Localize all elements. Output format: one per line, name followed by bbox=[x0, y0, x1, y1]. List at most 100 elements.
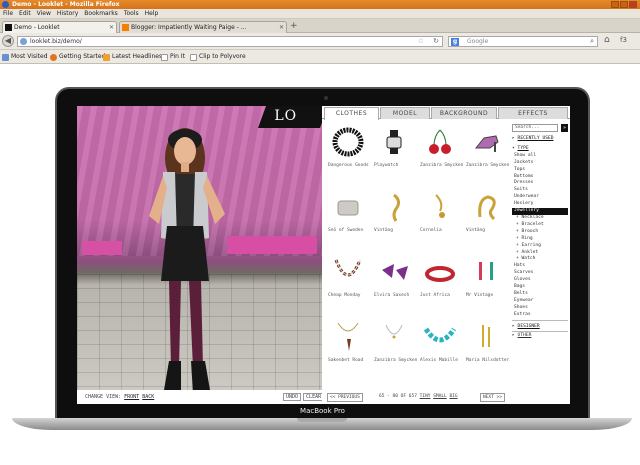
gold-brooch-icon bbox=[478, 195, 496, 221]
gold-earrings-icon bbox=[482, 325, 490, 347]
item-brand-label: Vintäng bbox=[374, 228, 393, 233]
bookmark-latest-headlines[interactable]: Latest Headlines bbox=[103, 52, 162, 62]
tab-clothes[interactable]: CLOTHES bbox=[324, 107, 379, 120]
menu-bar: File Edit View History Bookmarks Tools Help bbox=[0, 9, 640, 19]
tab-demo-looklet[interactable]: Demo - Looklet ✕ bbox=[2, 21, 117, 33]
menu-edit[interactable]: Edit bbox=[16, 9, 34, 19]
item-tile[interactable]: Dangerous Goods bbox=[326, 124, 370, 186]
category-jackets[interactable]: Jackets bbox=[512, 160, 568, 167]
category-show-all[interactable]: Show all bbox=[512, 153, 568, 160]
looklet-logo: LO bbox=[257, 106, 322, 128]
category-ring[interactable]: + Ring bbox=[512, 236, 568, 243]
size-tiny-link[interactable]: TINY bbox=[420, 394, 431, 399]
category-eyewear[interactable]: Eyewear bbox=[512, 298, 568, 305]
tab-background[interactable]: BACKGROUND bbox=[431, 107, 497, 119]
menu-history[interactable]: History bbox=[54, 9, 81, 19]
search-go-button[interactable]: » bbox=[561, 124, 568, 132]
menu-tools[interactable]: Tools bbox=[121, 9, 142, 19]
horn-necklace-icon bbox=[337, 322, 359, 351]
bookmark-most-visited[interactable]: Most Visited bbox=[2, 52, 48, 62]
url-bar[interactable]: looklet.biz/demo/ ☆ ↻ bbox=[17, 36, 443, 47]
bookmark-star-icon[interactable]: ☆ bbox=[418, 37, 424, 46]
category-bags[interactable]: Bags bbox=[512, 284, 568, 291]
category-list: Show all Jackets Tops Bottoms Dresses Suits Un… bbox=[512, 153, 568, 319]
view-front-link[interactable]: FRONT bbox=[124, 394, 139, 400]
site-identity-icon[interactable] bbox=[20, 38, 27, 45]
item-tile[interactable]: Zanzibra Smycken bbox=[464, 124, 509, 186]
item-tile[interactable]: Cornelia bbox=[418, 189, 462, 251]
clear-button[interactable]: CLEAR bbox=[303, 393, 322, 401]
maximize-button[interactable] bbox=[620, 1, 628, 8]
menu-file[interactable]: File bbox=[0, 9, 16, 19]
category-brooch[interactable]: + Brooch bbox=[512, 229, 568, 236]
designer-toggle[interactable]: ▸ DESIGNER bbox=[512, 324, 568, 331]
tab-model[interactable]: MODEL bbox=[380, 107, 430, 119]
type-toggle[interactable]: ▾ TYPE bbox=[512, 146, 568, 153]
search-bar[interactable]: g Google ⌕ bbox=[448, 36, 598, 47]
size-big-link[interactable]: BIG bbox=[449, 394, 457, 399]
tab-effects[interactable]: EFFECTS bbox=[498, 107, 568, 119]
url-text: looklet.biz/demo/ bbox=[30, 38, 82, 45]
search-icon[interactable]: ⌕ bbox=[590, 37, 594, 46]
extension-icon[interactable]: f3 bbox=[620, 36, 627, 44]
search-input[interactable]: Search... bbox=[512, 124, 558, 132]
item-tile[interactable]: Maria Nilsdotter bbox=[464, 319, 509, 381]
item-brand-label: Alexis Mabille bbox=[420, 358, 458, 363]
view-back-link[interactable]: BACK bbox=[142, 394, 154, 400]
previous-button[interactable]: << PREVIOUS bbox=[327, 393, 363, 402]
item-brand-label: Mr Vintage bbox=[466, 293, 494, 298]
menu-bookmarks[interactable]: Bookmarks bbox=[81, 9, 121, 19]
next-button[interactable]: NEXT >> bbox=[480, 393, 505, 402]
category-jewellery[interactable]: Jewellery bbox=[512, 208, 568, 215]
size-small-link[interactable]: SMALL bbox=[433, 394, 447, 399]
close-tab-icon[interactable]: ✕ bbox=[279, 22, 284, 33]
bookmark-clip-to-polyvore[interactable]: Clip to Polyvore bbox=[190, 52, 246, 62]
item-tile[interactable]: Vintäng bbox=[372, 189, 416, 251]
bookmark-pin-it[interactable]: Pin It bbox=[161, 52, 185, 62]
firefox-icon bbox=[50, 54, 57, 61]
item-tile[interactable]: Alexis Mabille bbox=[418, 319, 462, 381]
menu-view[interactable]: View bbox=[34, 9, 54, 19]
menu-help[interactable]: Help bbox=[142, 9, 162, 19]
home-icon[interactable]: ⌂ bbox=[604, 35, 610, 45]
item-tile[interactable]: Mr Vintage bbox=[464, 254, 508, 316]
category-gloves[interactable]: Gloves bbox=[512, 277, 568, 284]
new-tab-plus-icon[interactable]: + bbox=[290, 21, 298, 32]
category-shoes[interactable]: Shoes bbox=[512, 305, 568, 312]
camera-dot bbox=[324, 96, 328, 100]
model-photo[interactable]: LO CHANGE VIEW: FRONT BACK UNDO CLEAR bbox=[77, 106, 322, 404]
other-toggle[interactable]: ▸ OTHER bbox=[512, 333, 568, 340]
category-bracelet[interactable]: + Bracelet bbox=[512, 222, 568, 229]
category-extras[interactable]: Extras bbox=[512, 312, 568, 319]
back-arrow-icon[interactable]: ◀ bbox=[2, 35, 14, 47]
undo-button[interactable]: UNDO bbox=[283, 393, 302, 401]
item-tile[interactable]: Snö of Sweden bbox=[326, 189, 370, 251]
item-tile[interactable]: Cheap Monday bbox=[326, 254, 370, 316]
firefox-icon[interactable] bbox=[2, 1, 9, 8]
item-tile[interactable]: Zanzibra Smycken bbox=[418, 124, 463, 186]
item-tile[interactable]: Elvira Saxesh bbox=[372, 254, 416, 316]
minimize-button[interactable] bbox=[611, 1, 619, 8]
reload-icon[interactable]: ↻ bbox=[433, 37, 439, 46]
close-tab-icon[interactable]: ✕ bbox=[109, 22, 114, 33]
item-tile[interactable]: Playwatch bbox=[372, 124, 416, 186]
category-tops[interactable]: Tops bbox=[512, 167, 568, 174]
recently-used-toggle[interactable]: ▸ RECENTLY USED bbox=[512, 136, 568, 143]
category-necklace[interactable]: + Necklace bbox=[512, 215, 568, 222]
item-tile[interactable]: Sakenbet Road bbox=[326, 319, 370, 381]
filter-sidebar: Search... » ▸ RECENTLY USED ▾ TYPE Show … bbox=[512, 124, 568, 340]
item-tile[interactable]: Zanzibra Smycken bbox=[372, 319, 417, 381]
google-icon[interactable]: g bbox=[451, 38, 459, 46]
category-belts[interactable]: Belts bbox=[512, 291, 568, 298]
item-brand-label: Playwatch bbox=[374, 163, 399, 168]
bookmark-getting-started[interactable]: Getting Started bbox=[50, 52, 105, 62]
tab-blogger[interactable]: Blogger: Impatiently Waiting Paige - ...… bbox=[119, 21, 287, 33]
close-window-button[interactable] bbox=[629, 1, 637, 8]
looklet-favicon-icon bbox=[5, 24, 12, 31]
item-tile[interactable]: Just Africa bbox=[418, 254, 462, 316]
item-brand-label: Elvira Saxesh bbox=[374, 293, 410, 298]
item-tile[interactable]: Vintäng bbox=[464, 189, 508, 251]
navigation-bar: ◀ looklet.biz/demo/ ☆ ↻ g Google ⌕ ⌂ f3 bbox=[0, 33, 640, 50]
tab-label: Blogger: Impatiently Waiting Paige - ... bbox=[131, 24, 247, 31]
category-earring[interactable]: + Earring bbox=[512, 243, 568, 250]
